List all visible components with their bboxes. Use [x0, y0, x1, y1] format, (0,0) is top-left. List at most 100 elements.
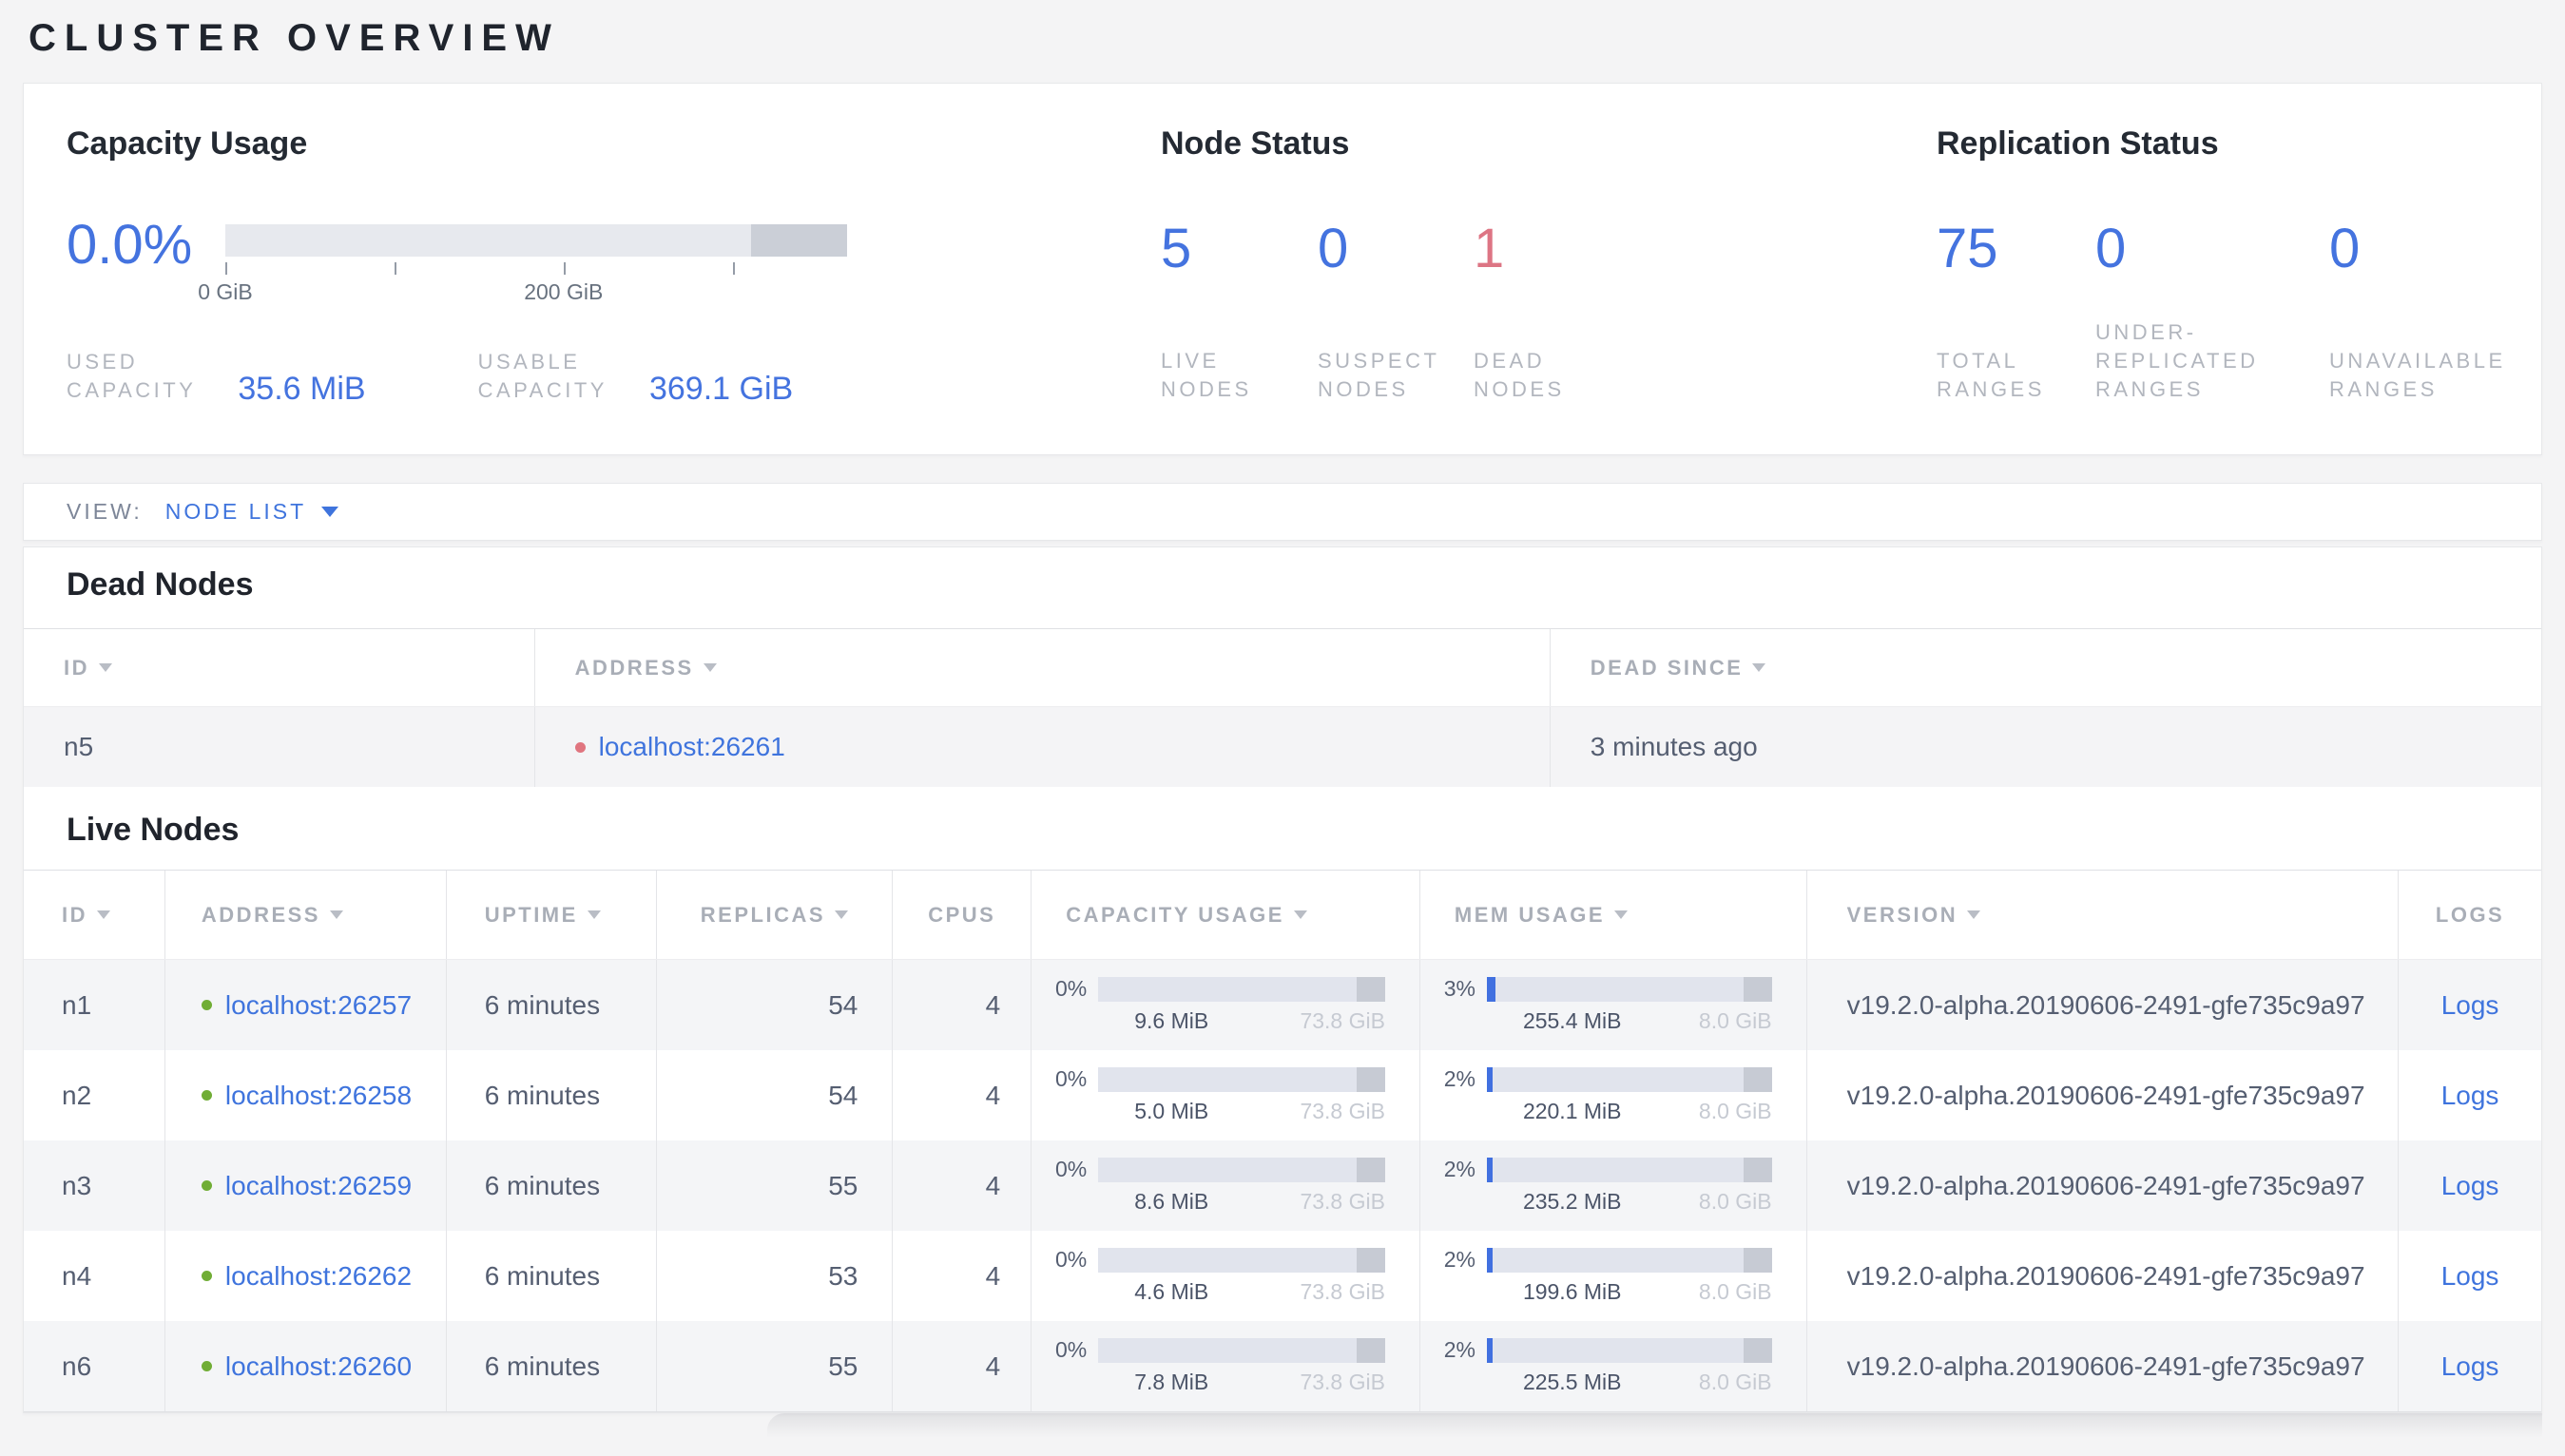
node-capacity-usage-meter: 0% 8.6 MiB 73.8 GiB — [1031, 1140, 1419, 1231]
view-bar: VIEW: NODE LIST — [23, 483, 2542, 541]
node-logs-link[interactable]: Logs — [2441, 1171, 2499, 1201]
dead-nodes-heading: Dead Nodes — [67, 566, 254, 603]
dead-since-value: 3 minutes ago — [1590, 732, 1758, 761]
mem-total-value: 8.0 GiB — [1698, 1099, 1772, 1123]
column-header-dead-since[interactable]: DEAD SINCE — [1549, 629, 2541, 706]
node-address-link[interactable]: localhost:26260 — [225, 1351, 412, 1382]
node-uptime: 6 minutes — [484, 1351, 601, 1381]
capacity-total-value: 73.8 GiB — [1300, 1099, 1385, 1123]
node-logs-link[interactable]: Logs — [2441, 990, 2499, 1021]
mem-total-value: 8.0 GiB — [1698, 1370, 1772, 1394]
total-ranges-count: 75 — [1937, 218, 1998, 279]
mem-bar — [1486, 1066, 1772, 1092]
capacity-bar — [1098, 976, 1385, 1002]
axis-label-200gib: 200 GiB — [524, 279, 604, 304]
node-capacity-usage-meter: 0% 4.6 MiB 73.8 GiB — [1031, 1231, 1419, 1321]
bottom-shadow — [767, 1413, 2542, 1438]
live-node-row: n2 localhost:26258 6 minutes 54 4 0% 5.0… — [24, 1050, 2541, 1140]
capacity-used-value: 5.0 MiB — [1134, 1099, 1209, 1123]
dead-nodes-table: ID ADDRESS DEAD SINCE n5 localhost:26261 — [24, 628, 2541, 787]
node-capacity-usage-meter: 0% 5.0 MiB 73.8 GiB — [1031, 1050, 1419, 1140]
live-nodes-stat: 5 LIVE NODES — [1161, 221, 1318, 404]
mem-percent: 2% — [1443, 1066, 1475, 1091]
mem-bar — [1486, 1247, 1772, 1273]
page-title: CLUSTER OVERVIEW — [29, 17, 560, 59]
mem-used-value: 255.4 MiB — [1522, 1008, 1622, 1033]
node-mem-usage-meter: 3% 255.4 MiB 8.0 GiB — [1418, 960, 1806, 1050]
view-selector-dropdown[interactable]: NODE LIST — [165, 499, 339, 525]
column-header-id[interactable]: ID — [24, 871, 164, 959]
sort-arrow-icon — [835, 910, 849, 919]
node-address-link[interactable]: localhost:26257 — [225, 990, 412, 1021]
column-header-id[interactable]: ID — [24, 629, 534, 706]
view-selected-value[interactable]: NODE LIST — [165, 499, 306, 525]
node-status-panel: Node Status 5 LIVE NODES 0 SUSPECT NODES… — [1161, 125, 1940, 404]
column-header-label: UPTIME — [484, 902, 578, 927]
live-nodes-table: ID ADDRESS UPTIME REPLICAS CPUS CAPACITY… — [24, 870, 2541, 1412]
capacity-meter: 0.0% 0 GiB 200 GiB — [67, 218, 1122, 306]
chevron-down-icon — [321, 507, 339, 517]
node-uptime: 6 minutes — [484, 1080, 601, 1110]
node-version: v19.2.0-alpha.20190606-2491-gfe735c9a97 — [1846, 1351, 2365, 1381]
dead-node-id: n5 — [64, 732, 94, 761]
capacity-axis-labels: 0 GiB 200 GiB — [198, 279, 847, 306]
node-cpus: 4 — [985, 1080, 1001, 1110]
column-header-label: REPLICAS — [700, 902, 826, 927]
replication-status-panel: Replication Status 75 TOTAL RANGES 0 UND… — [1937, 125, 2545, 404]
mem-bar-fill — [1486, 1337, 1493, 1363]
dead-node-address-link[interactable]: localhost:26261 — [599, 732, 785, 762]
usable-capacity-value: 369.1 GiB — [648, 371, 794, 407]
node-replicas: 53 — [828, 1260, 858, 1291]
column-header-address[interactable]: ADDRESS — [533, 629, 1550, 706]
live-node-row: n1 localhost:26257 6 minutes 54 4 0% 9.6… — [24, 960, 2541, 1050]
column-header-label: CAPACITY USAGE — [1066, 902, 1284, 927]
capacity-bar-reserved-segment — [1356, 1157, 1385, 1182]
capacity-bar — [1098, 1066, 1385, 1092]
node-id: n2 — [62, 1080, 92, 1110]
sort-arrow-icon — [99, 663, 112, 672]
capacity-bar — [1098, 1337, 1385, 1363]
node-id: n4 — [62, 1260, 92, 1291]
sort-arrow-icon — [97, 910, 110, 919]
mem-bar — [1486, 1337, 1772, 1363]
capacity-percent: 0% — [1055, 1247, 1088, 1272]
mem-bar-reserved-segment — [1743, 1247, 1772, 1273]
node-address-link[interactable]: localhost:26259 — [225, 1171, 412, 1201]
sort-arrow-icon — [329, 910, 343, 919]
sort-arrow-icon — [1967, 910, 1981, 919]
node-replicas: 54 — [828, 1080, 858, 1110]
node-logs-link[interactable]: Logs — [2441, 1261, 2499, 1292]
node-logs-link[interactable]: Logs — [2441, 1351, 2499, 1382]
live-status-dot-icon — [201, 1361, 212, 1371]
unavailable-ranges-count: 0 — [2329, 218, 2361, 279]
column-header-capacity-usage[interactable]: CAPACITY USAGE — [1031, 871, 1419, 959]
mem-used-value: 199.6 MiB — [1522, 1279, 1622, 1304]
node-mem-usage-meter: 2% 199.6 MiB 8.0 GiB — [1418, 1231, 1806, 1321]
node-status-title: Node Status — [1161, 125, 1350, 162]
column-header-mem-usage[interactable]: MEM USAGE — [1418, 871, 1806, 959]
mem-total-value: 8.0 GiB — [1698, 1279, 1772, 1304]
node-address-link[interactable]: localhost:26258 — [225, 1081, 412, 1111]
mem-used-value: 220.1 MiB — [1522, 1099, 1622, 1123]
node-address-link[interactable]: localhost:26262 — [225, 1261, 412, 1292]
column-header-version[interactable]: VERSION — [1805, 871, 2399, 959]
column-header-logs: LOGS — [2398, 871, 2541, 959]
live-node-row: n3 localhost:26259 6 minutes 55 4 0% 8.6… — [24, 1140, 2541, 1231]
column-header-uptime[interactable]: UPTIME — [445, 871, 656, 959]
node-id: n3 — [62, 1170, 92, 1200]
suspect-nodes-count: 0 — [1318, 218, 1349, 279]
node-logs-link[interactable]: Logs — [2441, 1081, 2499, 1111]
live-nodes-heading: Live Nodes — [67, 812, 240, 848]
column-header-label: LOGS — [2435, 902, 2505, 927]
suspect-nodes-label: SUSPECT NODES — [1318, 349, 1440, 401]
mem-bar-fill — [1486, 1247, 1493, 1273]
column-header-label: VERSION — [1846, 902, 1958, 927]
node-mem-usage-meter: 2% 220.1 MiB 8.0 GiB — [1418, 1050, 1806, 1140]
column-header-address[interactable]: ADDRESS — [164, 871, 446, 959]
column-header-replicas[interactable]: REPLICAS — [655, 871, 893, 959]
sort-arrow-icon — [587, 910, 601, 919]
live-status-dot-icon — [201, 1180, 212, 1191]
live-node-row: n4 localhost:26262 6 minutes 53 4 0% 4.6… — [24, 1231, 2541, 1321]
capacity-used-value: 4.6 MiB — [1134, 1279, 1209, 1304]
axis-tick — [394, 262, 396, 275]
